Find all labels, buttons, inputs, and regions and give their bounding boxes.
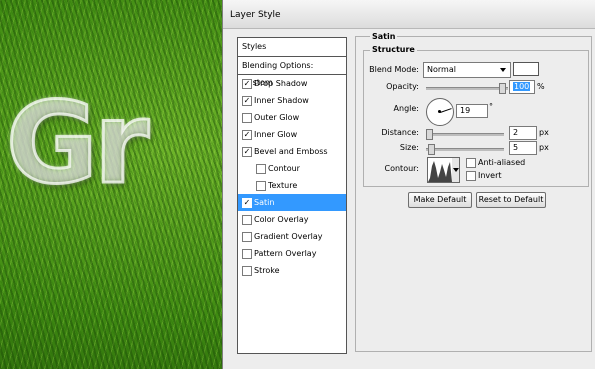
style-item-inner-shadow[interactable]: ✓ Inner Shadow	[238, 92, 346, 109]
style-item-label: Pattern Overlay	[254, 249, 317, 258]
opacity-label: Opacity:	[386, 82, 419, 91]
satin-color-swatch[interactable]	[513, 62, 539, 76]
opacity-slider-thumb[interactable]	[499, 83, 506, 94]
angle-needle	[440, 108, 452, 113]
angle-value: 19	[460, 106, 471, 115]
chevron-down-icon	[500, 68, 506, 72]
style-checkbox[interactable]: ✓	[242, 96, 252, 106]
dialog-titlebar[interactable]: Layer Style	[223, 0, 595, 29]
contour-preview[interactable]	[427, 157, 453, 183]
invert-checkbox[interactable]	[466, 171, 476, 181]
distance-input[interactable]: 2	[509, 126, 537, 140]
style-item-drop-shadow[interactable]: ✓ Drop Shadow	[238, 75, 346, 92]
satin-group-title: Satin	[370, 32, 398, 41]
angle-label: Angle:	[393, 104, 419, 113]
contour-label: Contour:	[384, 164, 420, 173]
style-item-inner-glow[interactable]: ✓ Inner Glow	[238, 126, 346, 143]
angle-unit: °	[489, 102, 493, 111]
style-checkbox[interactable]: ✓	[242, 130, 252, 140]
layer-style-dialog: Layer Style Styles Blending Options: Cus…	[222, 0, 595, 369]
style-item-label: Texture	[268, 181, 298, 190]
size-unit: px	[539, 143, 549, 152]
styles-list: Styles Blending Options: Custom ✓ Drop Sh…	[237, 37, 347, 354]
dialog-title: Layer Style	[230, 10, 281, 20]
style-item-label: Gradient Overlay	[254, 232, 323, 241]
size-label: Size:	[399, 143, 419, 152]
style-item-label: Drop Shadow	[254, 79, 308, 88]
style-checkbox[interactable]: ✓	[242, 198, 252, 208]
style-item-label: Bevel and Emboss	[254, 147, 328, 156]
style-checkbox[interactable]: ✓	[242, 147, 252, 157]
style-item-bevel-and-emboss[interactable]: ✓ Bevel and Emboss	[238, 143, 346, 160]
style-checkbox[interactable]: ✓	[242, 79, 252, 89]
structure-title: Structure	[370, 45, 417, 54]
style-item-label: Outer Glow	[254, 113, 300, 122]
style-item-stroke[interactable]: Stroke	[238, 262, 346, 279]
blend-mode-select[interactable]: Normal	[423, 62, 511, 78]
size-slider-track[interactable]	[426, 148, 504, 151]
opacity-unit: %	[537, 82, 545, 91]
style-item-outer-glow[interactable]: Outer Glow	[238, 109, 346, 126]
invert-label: Invert	[478, 171, 502, 180]
styles-header[interactable]: Styles	[238, 38, 346, 57]
style-item-contour[interactable]: Contour	[238, 160, 346, 177]
style-checkbox[interactable]	[256, 164, 266, 174]
angle-center-dot	[438, 110, 441, 113]
angle-dial[interactable]	[426, 98, 454, 126]
style-checkbox[interactable]	[256, 181, 266, 191]
make-default-button[interactable]: Make Default	[408, 192, 472, 208]
style-item-label: Inner Shadow	[254, 96, 309, 105]
style-item-label: Contour	[268, 164, 300, 173]
style-item-label: Color Overlay	[254, 215, 309, 224]
style-item-label: Satin	[254, 198, 275, 207]
style-item-label: Stroke	[254, 266, 280, 275]
size-input[interactable]: 5	[509, 141, 537, 155]
contour-curve-icon	[428, 161, 452, 182]
distance-slider-thumb[interactable]	[426, 129, 433, 140]
style-item-color-overlay[interactable]: Color Overlay	[238, 211, 346, 228]
distance-slider-track[interactable]	[426, 133, 504, 136]
blend-mode-value: Normal	[427, 65, 456, 74]
reset-to-default-button[interactable]: Reset to Default	[476, 192, 546, 208]
chevron-down-icon	[453, 168, 459, 172]
style-checkbox[interactable]	[242, 249, 252, 259]
blend-mode-label: Blend Mode:	[369, 65, 419, 74]
style-checkbox[interactable]	[242, 232, 252, 242]
angle-input[interactable]: 19	[456, 104, 488, 118]
size-slider-thumb[interactable]	[428, 144, 435, 155]
style-checkbox[interactable]	[242, 215, 252, 225]
anti-aliased-label: Anti-aliased	[478, 158, 526, 167]
style-item-pattern-overlay[interactable]: Pattern Overlay	[238, 245, 346, 262]
style-item-gradient-overlay[interactable]: Gradient Overlay	[238, 228, 346, 245]
style-item-texture[interactable]: Texture	[238, 177, 346, 194]
style-item-label: Inner Glow	[254, 130, 298, 139]
contour-dropdown[interactable]	[452, 157, 460, 183]
style-checkbox[interactable]	[242, 266, 252, 276]
blending-options-item[interactable]: Blending Options: Custom	[238, 57, 346, 87]
style-rows: ✓ Drop Shadow ✓ Inner Shadow Outer Glow ✓ Inne…	[238, 75, 346, 279]
anti-aliased-checkbox[interactable]	[466, 158, 476, 168]
size-value: 5	[513, 143, 519, 152]
style-item-satin[interactable]: ✓ Satin	[238, 194, 346, 211]
opacity-slider-track[interactable]	[426, 87, 508, 90]
distance-label: Distance:	[381, 128, 419, 137]
glass-text-artwork: Gr	[4, 79, 150, 209]
distance-unit: px	[539, 128, 549, 137]
style-checkbox[interactable]	[242, 113, 252, 123]
opacity-input[interactable]: 100	[509, 80, 535, 94]
distance-value: 2	[513, 128, 519, 137]
opacity-value: 100	[513, 82, 531, 91]
